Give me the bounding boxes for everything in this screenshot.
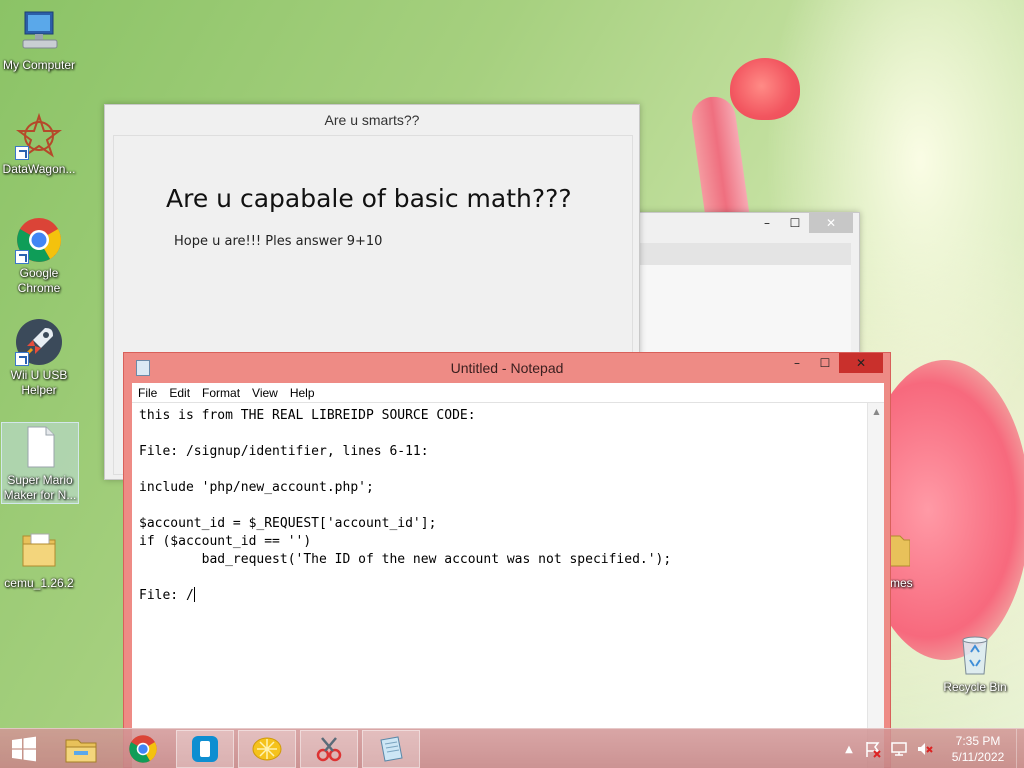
notepad-title: Untitled - Notepad [450, 360, 564, 376]
desktop-icon-recycle-bin[interactable]: Recycle Bin [936, 630, 1014, 695]
clock-time: 7:35 PM [955, 734, 1001, 748]
desktop-icon-datawagon[interactable]: DataWagon... [0, 112, 78, 177]
file-explorer-icon [65, 739, 97, 763]
desktop-icon-cemu[interactable]: cemu_1.26.2 [0, 526, 78, 591]
desktop-icon-label: cemu_1.26.2 [4, 576, 74, 590]
menu-view[interactable]: View [246, 383, 284, 402]
taskbar-lemon-app[interactable] [238, 730, 296, 768]
action-center-flag-icon[interactable] [864, 740, 882, 758]
system-tray: ▲ 7:35 PM 5/11/2022 [838, 729, 1024, 768]
wallpaper-flower-head [730, 58, 800, 120]
vertical-scrollbar[interactable]: ▲ [867, 403, 884, 768]
taskbar-chrome[interactable] [114, 730, 172, 768]
desktop-icon-label: Super Mario Maker for N... [3, 473, 77, 502]
desktop-icon-label: Recycle Bin [943, 680, 1007, 694]
quiz-prompt: Hope u are!!! Ples answer 9+10 [174, 234, 383, 249]
start-button[interactable] [0, 730, 48, 768]
desktop-icon-label: Wii U USB Helper [10, 368, 68, 397]
menu-format[interactable]: Format [196, 383, 246, 402]
desktop-icon-label: My Computer [2, 58, 76, 72]
background-window-toolbar [629, 243, 851, 265]
file-icon [16, 423, 64, 471]
menu-edit[interactable]: Edit [163, 383, 196, 402]
desktop-icon-my-computer[interactable]: My Computer [0, 8, 78, 73]
minimize-button[interactable]: – [753, 213, 781, 233]
chrome-icon [15, 216, 63, 264]
close-button[interactable]: ✕ [809, 213, 853, 233]
notepad-menubar: File Edit Format View Help [132, 383, 884, 403]
notepad-caption-buttons: – ☐ ✕ [783, 353, 883, 373]
menu-file[interactable]: File [132, 383, 163, 402]
wii-u-icon [192, 736, 218, 762]
notepad-icon [380, 736, 403, 762]
taskbar-clock[interactable]: 7:35 PM 5/11/2022 [940, 733, 1016, 765]
recycle-bin-icon [951, 630, 999, 678]
datawagon-icon [15, 112, 63, 160]
background-window-content [629, 265, 851, 357]
minimize-button[interactable]: – [783, 353, 811, 373]
volume-muted-icon[interactable] [916, 740, 934, 758]
lemon-icon [252, 737, 282, 761]
notepad-window[interactable]: Untitled - Notepad – ☐ ✕ File Edit Forma… [123, 352, 891, 768]
maximize-button[interactable]: ☐ [781, 213, 809, 233]
shortcut-arrow-icon [15, 250, 29, 264]
desktop-icon-label: DataWagon... [2, 162, 76, 176]
desktop-icon-label: Google Chrome [17, 266, 61, 295]
scroll-up-icon[interactable]: ▲ [868, 403, 885, 420]
shortcut-arrow-icon [15, 146, 29, 160]
taskbar: ▲ 7:35 PM 5/11/2022 [0, 728, 1024, 768]
background-window-caption-buttons: – ☐ ✕ [753, 213, 853, 233]
scissors-icon [316, 737, 342, 762]
chevron-up-icon[interactable]: ▲ [838, 744, 860, 755]
folder-icon [15, 526, 63, 574]
notepad-text-area[interactable]: this is from THE REAL LIBREIDP SOURCE CO… [132, 403, 884, 768]
notepad-app-icon [136, 360, 150, 376]
quiz-window-title: Are u smarts?? [324, 112, 420, 128]
taskbar-notepad[interactable] [362, 730, 420, 768]
shortcut-arrow-icon [15, 352, 29, 366]
desktop-icon-wii-u-usb-helper[interactable]: Wii U USB Helper [0, 318, 78, 398]
maximize-button[interactable]: ☐ [811, 353, 839, 373]
quiz-heading: Are u capabale of basic math??? [166, 184, 572, 213]
notepad-content: this is from THE REAL LIBREIDP SOURCE CO… [139, 408, 672, 603]
menu-help[interactable]: Help [284, 383, 321, 402]
taskbar-snipping-tool[interactable] [300, 730, 358, 768]
taskbar-wii-u-usb-helper[interactable] [176, 730, 234, 768]
close-button[interactable]: ✕ [839, 353, 883, 373]
background-window[interactable]: – ☐ ✕ [620, 212, 860, 358]
windows-logo-icon [12, 736, 36, 762]
text-caret [193, 587, 195, 602]
network-icon[interactable] [890, 740, 908, 758]
computer-icon [15, 8, 63, 56]
taskbar-file-explorer[interactable] [52, 730, 110, 768]
desktop-icon-super-mario-maker[interactable]: Super Mario Maker for N... [1, 422, 79, 504]
chrome-icon [129, 735, 157, 763]
desktop-icon-google-chrome[interactable]: Google Chrome [0, 216, 78, 296]
rocket-icon [15, 318, 63, 366]
show-desktop-button[interactable] [1016, 729, 1024, 768]
clock-date: 5/11/2022 [951, 750, 1005, 764]
